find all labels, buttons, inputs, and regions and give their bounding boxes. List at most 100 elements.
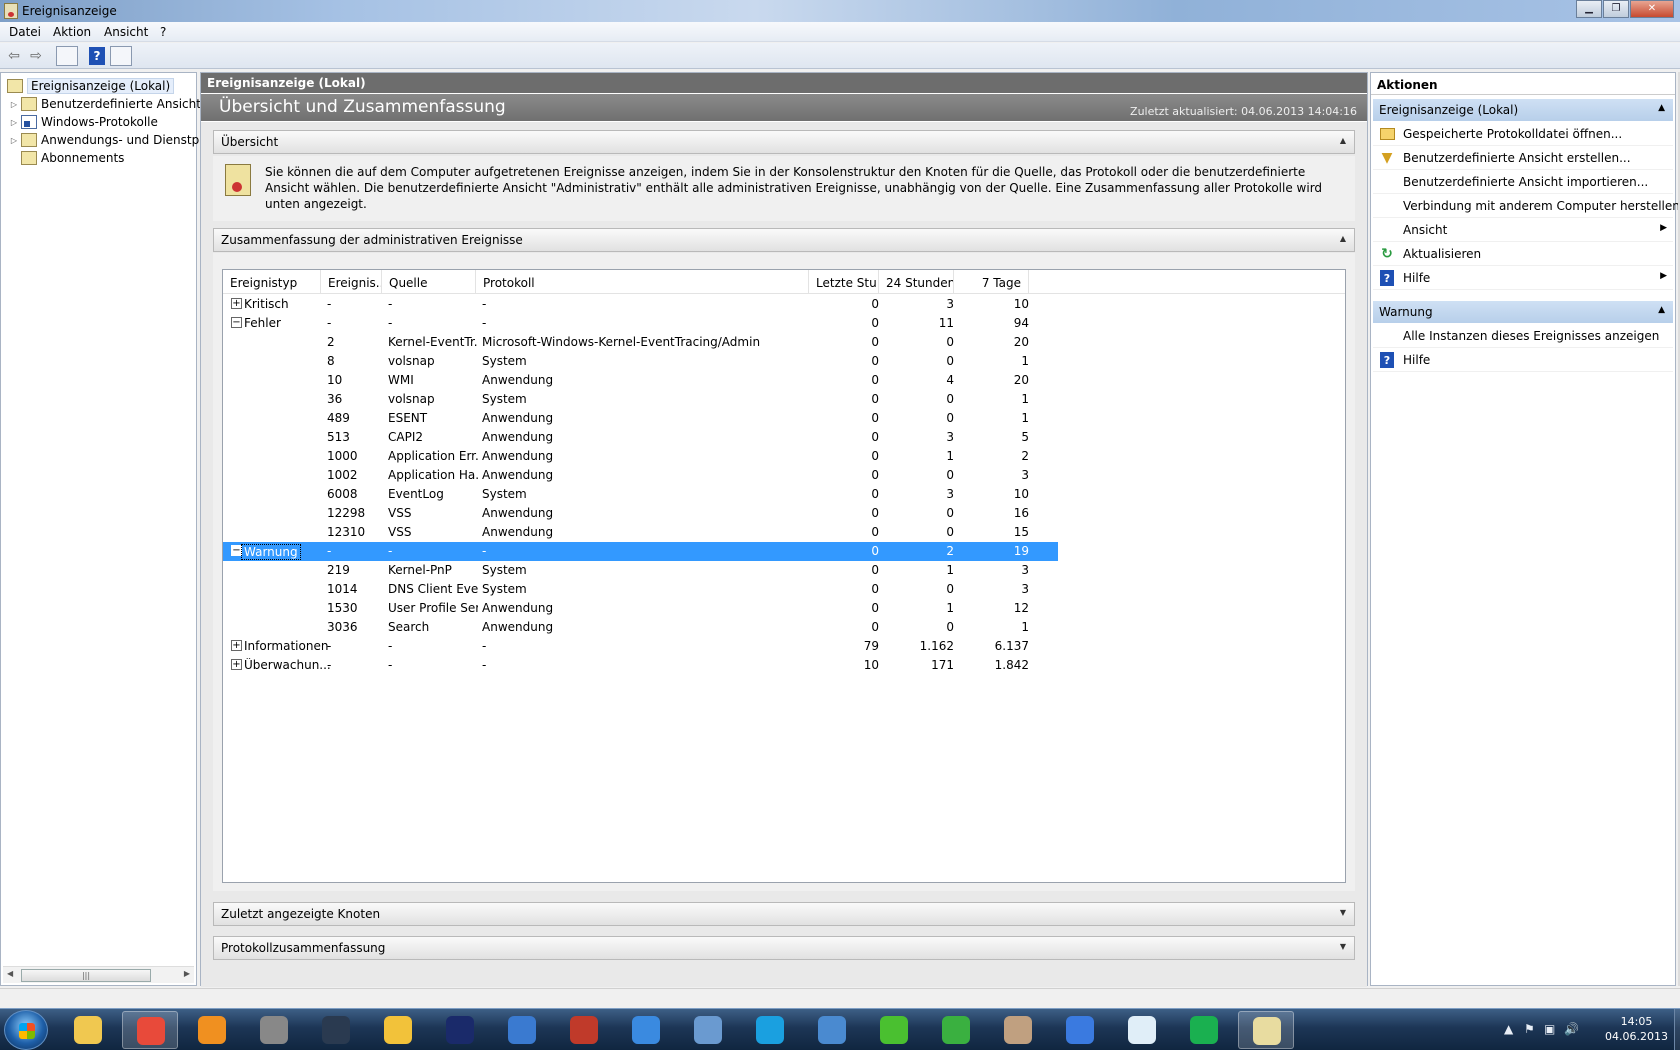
taskbar-app-ccleaner[interactable]	[556, 1011, 612, 1049]
tree-horizontal-scrollbar[interactable]: ◀ ||| ▶	[3, 966, 194, 983]
table-row-group[interactable]: + Kritisch - - - 0 3 10	[223, 295, 1058, 314]
scroll-right-icon[interactable]: ▶	[184, 969, 190, 978]
taskbar-app-photo-app[interactable]	[990, 1011, 1046, 1049]
table-row[interactable]: 489 ESENT Anwendung 0 0 1	[223, 409, 1058, 428]
column-header-type[interactable]: Ereignistyp	[223, 270, 321, 294]
table-row[interactable]: 12310 VSS Anwendung 0 0 15	[223, 523, 1058, 542]
clock[interactable]: 14:05 04.06.2013	[1605, 1014, 1668, 1044]
column-header-24-hours[interactable]: 24 Stunden	[879, 270, 954, 294]
taskbar-app-chrome[interactable]	[122, 1011, 178, 1049]
column-header-event-id[interactable]: Ereignis...	[321, 270, 382, 294]
forward-arrow-icon[interactable]: ⇨	[26, 47, 46, 65]
collapse-icon[interactable]: ▲	[1340, 136, 1346, 145]
table-row[interactable]: 6008 EventLog System 0 3 10	[223, 485, 1058, 504]
section-log-summary-header[interactable]: Protokollzusammenfassung ▼	[213, 936, 1355, 960]
actions-group-warning[interactable]: Warnung ▲	[1373, 301, 1673, 323]
action-item[interactable]: Gespeicherte Protokolldatei öffnen...	[1373, 122, 1673, 146]
menu-ansicht[interactable]: Ansicht	[104, 25, 148, 39]
action-item[interactable]: ↻ Aktualisieren	[1373, 242, 1673, 266]
table-row-group[interactable]: + Überwachun... - - -10 171 1.842	[223, 656, 1058, 675]
action-item[interactable]: ? Hilfe ▶	[1373, 266, 1673, 290]
show-tree-icon[interactable]	[56, 46, 78, 66]
table-row[interactable]: 12298 VSS Anwendung 0 0 16	[223, 504, 1058, 523]
section-overview-header[interactable]: Übersicht ▲	[213, 130, 1355, 154]
taskbar-app-icq[interactable]	[866, 1011, 922, 1049]
taskbar-app-winamp[interactable]	[370, 1011, 426, 1049]
table-row[interactable]: 2 Kernel-EventTr... Microsoft-Windows-Kern…	[223, 333, 1058, 352]
taskbar-app-event-viewer[interactable]	[1238, 1011, 1294, 1049]
collapse-icon[interactable]: −	[231, 317, 242, 328]
column-header-last-hour[interactable]: Letzte Stu...	[809, 270, 879, 294]
minimize-button[interactable]: ▁	[1576, 0, 1602, 18]
tree-item-windows-logs[interactable]: ▷ Windows-Protokolle	[9, 113, 158, 131]
table-row-group[interactable]: + Informationen - - -79 1.162 6.137	[223, 637, 1058, 656]
taskbar-app-play[interactable]	[928, 1011, 984, 1049]
expand-arrow-icon[interactable]: ▷	[9, 118, 19, 127]
expand-arrow-icon[interactable]: ▷	[9, 136, 19, 145]
section-recent-nodes-header[interactable]: Zuletzt angezeigte Knoten ▼	[213, 902, 1355, 926]
volume-icon[interactable]: 🔊	[1564, 1022, 1579, 1036]
action-item[interactable]: Benutzerdefinierte Ansicht importieren..…	[1373, 170, 1673, 194]
scroll-thumb[interactable]: |||	[21, 969, 151, 982]
taskbar-app-spotify[interactable]	[1176, 1011, 1232, 1049]
taskbar-app-media-player[interactable]	[184, 1011, 240, 1049]
taskbar-app-cd-burner[interactable]	[804, 1011, 860, 1049]
table-row-group[interactable]: − Warnung - - -0 2 19	[223, 542, 1058, 561]
table-row[interactable]: 513 CAPI2 Anwendung 0 3 5	[223, 428, 1058, 447]
action-item[interactable]: ▼ Benutzerdefinierte Ansicht erstellen...	[1373, 146, 1673, 170]
taskbar-app-satellite[interactable]	[246, 1011, 302, 1049]
back-arrow-icon[interactable]: ⇦	[4, 47, 24, 65]
taskbar-app-remote-desktop[interactable]	[680, 1011, 736, 1049]
table-row[interactable]: 3036 Search Anwendung 0 0 1	[223, 618, 1058, 637]
table-row[interactable]: 1002 Application Ha... Anwendung 0 0 3	[223, 466, 1058, 485]
show-hidden-icons[interactable]: ▲	[1504, 1022, 1513, 1036]
action-item[interactable]: Alle Instanzen dieses Ereignisses anzeig…	[1373, 324, 1673, 348]
summary-grid[interactable]: Ereignistyp Ereignis... Quelle Protokoll…	[222, 269, 1346, 883]
expand-icon[interactable]: +	[231, 298, 242, 309]
table-row[interactable]: 8 volsnap System 0 0 1	[223, 352, 1058, 371]
show-action-pane-icon[interactable]	[110, 46, 132, 66]
expand-arrow-icon[interactable]: ▷	[9, 100, 19, 109]
collapse-icon[interactable]: ▲	[1340, 234, 1346, 243]
expand-icon[interactable]: +	[231, 659, 242, 670]
taskbar-app-windows-explorer[interactable]	[60, 1011, 116, 1049]
table-row[interactable]: 1000 Application Err... Anwendung 0 1 2	[223, 447, 1058, 466]
taskbar-app-calculator[interactable]	[494, 1011, 550, 1049]
help-icon[interactable]: ?	[89, 47, 105, 65]
close-button[interactable]: ✕	[1630, 0, 1674, 18]
table-row[interactable]: 1530 User Profile Ser... Anwendung 0 1 12	[223, 599, 1058, 618]
start-button[interactable]	[4, 1010, 48, 1050]
column-header-source[interactable]: Quelle	[382, 270, 476, 294]
action-item[interactable]: Verbindung mit anderem Computer herstell…	[1373, 194, 1680, 218]
menu-help[interactable]: ?	[160, 25, 166, 39]
taskbar-app-security-shield[interactable]	[618, 1011, 674, 1049]
action-item[interactable]: Ansicht ▶	[1373, 218, 1673, 242]
scroll-left-icon[interactable]: ◀	[7, 969, 13, 978]
taskbar-app-avatar-app[interactable]	[432, 1011, 488, 1049]
column-header-7-days[interactable]: 7 Tage	[954, 270, 1029, 294]
collapse-icon[interactable]: ▲	[1658, 305, 1665, 315]
taskbar-app-wunderlist[interactable]	[1114, 1011, 1170, 1049]
maximize-button[interactable]: ❐	[1603, 0, 1629, 18]
show-desktop-button[interactable]	[1674, 1009, 1680, 1050]
expand-icon[interactable]: ▼	[1340, 942, 1346, 951]
action-item[interactable]: ? Hilfe	[1373, 348, 1673, 372]
action-center-icon[interactable]: ⚑	[1524, 1022, 1535, 1036]
menu-datei[interactable]: Datei	[9, 25, 41, 39]
tree-item-custom-views[interactable]: ▷ Benutzerdefinierte Ansichten	[9, 95, 216, 113]
table-row[interactable]: 1014 DNS Client Eve... System 0 0 3	[223, 580, 1058, 599]
taskbar-app-thunder[interactable]	[1052, 1011, 1108, 1049]
taskbar-app-steam[interactable]	[308, 1011, 364, 1049]
actions-group-event-viewer[interactable]: Ereignisanzeige (Lokal) ▲	[1373, 99, 1673, 121]
table-row[interactable]: 219 Kernel-PnP System 0 1 3	[223, 561, 1058, 580]
table-row[interactable]: 10 WMI Anwendung 0 4 20	[223, 371, 1058, 390]
taskbar-app-skype[interactable]	[742, 1011, 798, 1049]
tree-item-subscriptions[interactable]: Abonnements	[19, 149, 124, 167]
table-row-group[interactable]: − Fehler - - - 0 11 94	[223, 314, 1058, 333]
tree-item-root[interactable]: Ereignisanzeige (Lokal)	[5, 77, 175, 95]
section-summary-header[interactable]: Zusammenfassung der administrativen Erei…	[213, 228, 1355, 252]
column-header-log[interactable]: Protokoll	[476, 270, 809, 294]
expand-icon[interactable]: ▼	[1340, 908, 1346, 917]
network-icon[interactable]: ▣	[1544, 1022, 1555, 1036]
expand-icon[interactable]: +	[231, 640, 242, 651]
